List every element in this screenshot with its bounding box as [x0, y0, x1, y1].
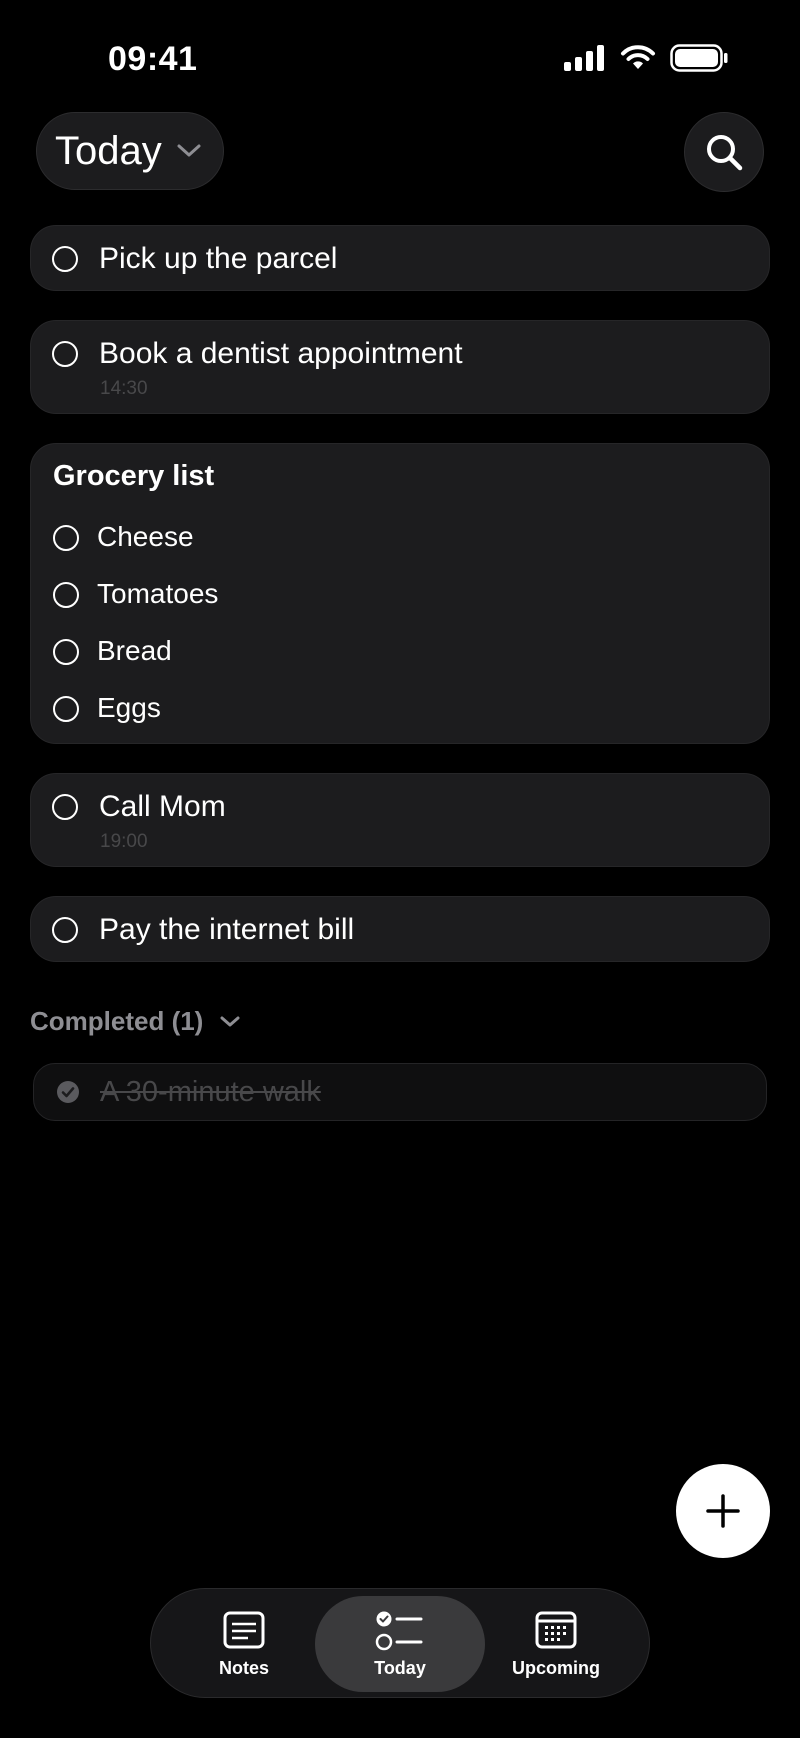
checked-circle-icon[interactable]: [56, 1080, 80, 1104]
task-label: Call Mom: [99, 790, 226, 823]
status-time: 09:41: [108, 40, 198, 78]
tab-label: Upcoming: [512, 1658, 600, 1678]
add-task-button[interactable]: [676, 1464, 770, 1558]
item-checkbox[interactable]: [53, 696, 79, 722]
tab-label: Notes: [218, 1658, 269, 1678]
checklist-icon: [375, 1611, 423, 1651]
task-card[interactable]: Pay the internet bill: [30, 896, 770, 962]
list-item[interactable]: Tomatoes: [31, 575, 769, 615]
list-item[interactable]: Eggs: [31, 689, 769, 729]
task-card[interactable]: Call Mom 19:00: [30, 773, 770, 867]
cellular-signal-icon: [564, 45, 604, 71]
completed-task-card[interactable]: A 30-minute walk: [33, 1063, 767, 1121]
status-bar: 09:41: [0, 0, 800, 110]
item-label: Cheese: [97, 521, 194, 552]
completed-section-toggle[interactable]: Completed (1): [30, 1006, 241, 1037]
plus-icon: [706, 1494, 740, 1528]
group-title: Grocery list: [53, 460, 215, 492]
item-label: Bread: [97, 635, 172, 666]
item-checkbox[interactable]: [53, 639, 79, 665]
list-selector-button[interactable]: Today: [36, 112, 224, 190]
status-icons: [564, 44, 728, 72]
task-checkbox[interactable]: [52, 341, 78, 367]
task-card[interactable]: Book a dentist appointment 14:30: [30, 320, 770, 414]
task-time: 14:30: [100, 378, 148, 399]
item-label: Eggs: [97, 692, 161, 723]
page-title: Today: [55, 128, 162, 173]
task-label: Pick up the parcel: [99, 242, 338, 275]
tab-notes[interactable]: Notes: [159, 1596, 329, 1692]
completed-label: Completed (1): [30, 1006, 204, 1036]
list-item[interactable]: Bread: [31, 632, 769, 672]
completed-task-label: A 30-minute walk: [100, 1076, 321, 1108]
grocery-list-card[interactable]: Grocery list Cheese Tomatoes Bread Eggs: [30, 443, 770, 744]
search-icon: [707, 135, 743, 171]
task-time: 19:00: [100, 831, 148, 852]
calendar-icon: [535, 1611, 577, 1649]
battery-icon: [670, 44, 728, 72]
wifi-icon: [621, 45, 655, 69]
item-label: Tomatoes: [97, 578, 219, 609]
chevron-down-icon: [176, 143, 202, 159]
tab-bar: Notes Today Upcoming: [150, 1588, 650, 1698]
item-checkbox[interactable]: [53, 582, 79, 608]
task-checkbox[interactable]: [52, 794, 78, 820]
task-checkbox[interactable]: [52, 246, 78, 272]
list-item[interactable]: Cheese: [31, 518, 769, 558]
task-checkbox[interactable]: [52, 917, 78, 943]
task-card[interactable]: Pick up the parcel: [30, 225, 770, 291]
tab-upcoming[interactable]: Upcoming: [471, 1596, 641, 1692]
task-label: Pay the internet bill: [99, 913, 355, 946]
tab-today[interactable]: Today: [315, 1596, 485, 1692]
search-button[interactable]: [684, 112, 764, 192]
notes-icon: [223, 1611, 265, 1649]
task-label: Book a dentist appointment: [99, 337, 463, 370]
chevron-down-icon: [219, 1015, 241, 1029]
item-checkbox[interactable]: [53, 525, 79, 551]
tab-label: Today: [374, 1658, 426, 1678]
